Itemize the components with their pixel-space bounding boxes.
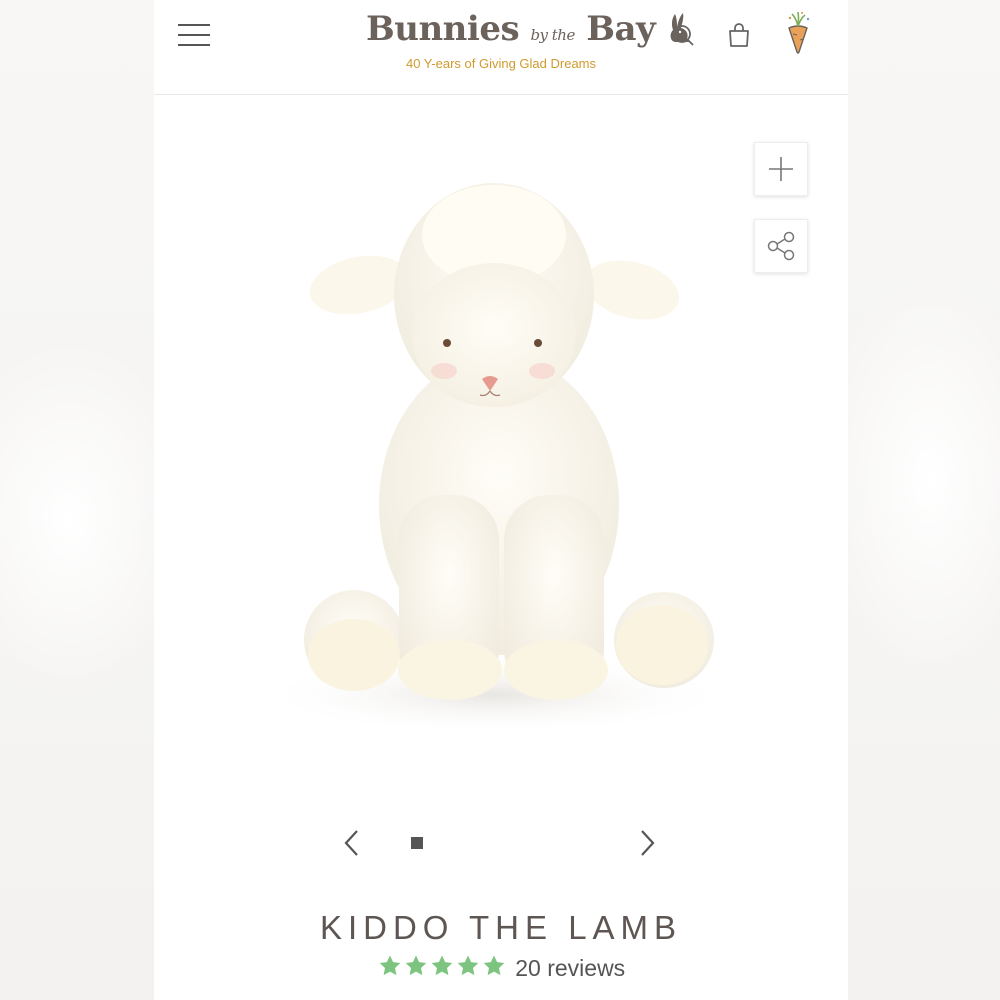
- search-icon[interactable]: [668, 18, 698, 52]
- star-icon: [483, 955, 505, 976]
- chevron-left-icon: [344, 830, 358, 856]
- gallery-dot-active[interactable]: [411, 837, 423, 849]
- product-image-kiddo-the-lamb[interactable]: [154, 95, 848, 795]
- logo-wordmark: Bunnies by the Bay: [366, 6, 691, 58]
- product-title: KIDDO THE LAMB: [319, 909, 683, 946]
- rating-stars[interactable]: [377, 954, 507, 983]
- zoom-button[interactable]: [754, 142, 808, 196]
- bag-icon[interactable]: [724, 18, 754, 52]
- gallery-next-button[interactable]: [632, 826, 662, 860]
- product-rating: 20 reviews: [154, 954, 848, 990]
- hamburger-menu-icon[interactable]: [178, 22, 212, 48]
- product-page: Bunnies by the Bay 40 Y-ears of Giving G…: [154, 0, 848, 1000]
- star-icon: [457, 955, 479, 976]
- star-icon: [379, 955, 401, 976]
- site-header: Bunnies by the Bay 40 Y-ears of Giving G…: [154, 0, 848, 95]
- star-icon: [405, 955, 427, 976]
- plus-icon: [769, 157, 793, 181]
- chevron-right-icon: [641, 830, 655, 856]
- star-icon: [431, 955, 453, 976]
- logo-tagline: 40 Y-ears of Giving Glad Dreams: [405, 56, 597, 71]
- brand-logo[interactable]: Bunnies by the Bay 40 Y-ears of Giving G…: [366, 6, 691, 76]
- review-count-link[interactable]: 20 reviews: [515, 955, 625, 982]
- gallery-prev-button[interactable]: [337, 826, 367, 860]
- share-button[interactable]: [754, 219, 808, 273]
- share-icon: [767, 231, 795, 261]
- carrot-icon[interactable]: [782, 10, 812, 56]
